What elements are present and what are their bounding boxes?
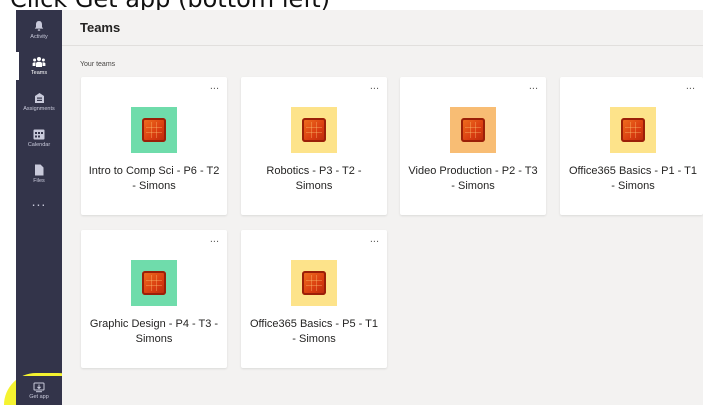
sidebar-item-label: Files: [33, 178, 45, 184]
top-bar: Teams: [62, 10, 703, 46]
team-card[interactable]: ... Graphic Design - P4 - T3 - Simons: [81, 230, 227, 368]
team-name: Graphic Design - P4 - T3 - Simons: [89, 318, 219, 345]
more-apps-icon: ...: [31, 193, 47, 209]
team-name: Video Production - P2 - T3 - Simons: [408, 165, 538, 192]
section-label: Your teams: [80, 61, 116, 68]
teams-icon: [32, 57, 46, 67]
sidebar-item-activity[interactable]: Activity: [16, 12, 62, 48]
team-name: Intro to Comp Sci - P6 - T2 - Simons: [88, 165, 220, 192]
team-card[interactable]: ... Office365 Basics - P1 - T1 - Simons: [560, 77, 703, 215]
calendar-icon: [33, 129, 45, 139]
team-avatar: [450, 107, 496, 153]
team-logo-icon: [621, 118, 645, 142]
get-app-button[interactable]: Get app: [16, 376, 62, 405]
more-options-icon[interactable]: ...: [370, 81, 379, 92]
team-avatar: [610, 107, 656, 153]
more-options-icon[interactable]: ...: [686, 81, 695, 92]
more-options-icon[interactable]: ...: [370, 234, 379, 245]
team-card[interactable]: ... Office365 Basics - P5 - T1 - Simons: [241, 230, 387, 368]
team-avatar: [291, 107, 337, 153]
sidebar-item-label: Teams: [30, 70, 48, 76]
more-options-icon[interactable]: ...: [529, 81, 538, 92]
team-logo-icon: [142, 271, 166, 295]
sidebar-item-label: Assignments: [23, 106, 55, 112]
page-title: Teams: [80, 20, 121, 35]
team-card[interactable]: ... Robotics - P3 - T2 - Simons: [241, 77, 387, 215]
team-card[interactable]: ... Video Production - P2 - T3 - Simons: [400, 77, 546, 215]
more-options-icon[interactable]: ...: [210, 234, 219, 245]
more-apps-button[interactable]: ...: [16, 190, 62, 212]
app-bar: Activity Teams Assignments Calendar File…: [16, 10, 62, 405]
files-icon: [35, 164, 44, 176]
assignments-icon: [34, 93, 44, 103]
sidebar-item-teams[interactable]: Teams: [16, 48, 62, 84]
sidebar-item-files[interactable]: Files: [16, 156, 62, 192]
team-logo-icon: [302, 271, 326, 295]
team-logo-icon: [461, 118, 485, 142]
team-card[interactable]: ... Intro to Comp Sci - P6 - T2 - Simons: [81, 77, 227, 215]
team-avatar: [131, 107, 177, 153]
more-options-icon[interactable]: ...: [210, 81, 219, 92]
sidebar-item-label: Calendar: [27, 141, 51, 148]
team-avatar: [131, 260, 177, 306]
sidebar-item-label: Activity: [30, 34, 48, 40]
team-logo-icon: [142, 118, 166, 142]
main-content: Teams Your teams ... Intro to Comp Sci -…: [62, 10, 703, 405]
team-logo-icon: [302, 118, 326, 142]
team-avatar: [291, 260, 337, 306]
get-app-label: Get app: [29, 393, 49, 400]
download-icon: [33, 382, 45, 392]
team-name: Office365 Basics - P1 - T1 - Simons: [569, 165, 697, 192]
sidebar-item-calendar[interactable]: Calendar: [16, 120, 62, 156]
team-name: Robotics - P3 - T2 - Simons: [266, 165, 362, 192]
sidebar-item-assignments[interactable]: Assignments: [16, 84, 62, 120]
team-name: Office365 Basics - P5 - T1 - Simons: [250, 318, 378, 345]
bell-icon: [34, 21, 44, 31]
